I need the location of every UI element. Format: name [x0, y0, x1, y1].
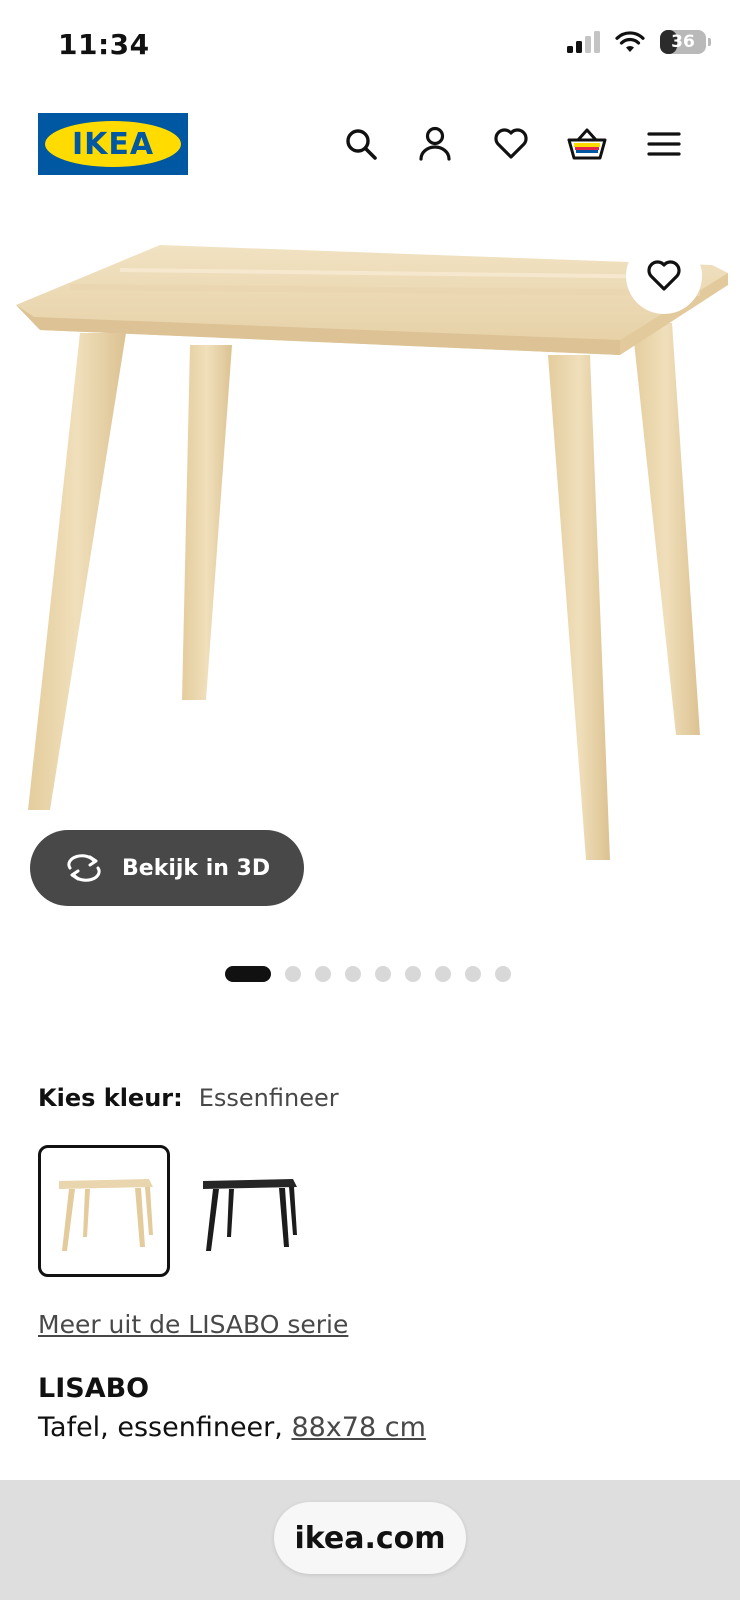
wishlist-icon[interactable]	[487, 120, 535, 168]
series-link[interactable]: Meer uit de LISABO serie	[38, 1310, 348, 1339]
wifi-icon	[615, 31, 645, 52]
color-chooser-header: Kies kleur: Essenfineer	[38, 1084, 339, 1112]
product-description: Tafel, essenfineer, 88x78 cm	[38, 1412, 426, 1443]
selected-color: Essenfineer	[198, 1084, 339, 1112]
menu-icon[interactable]	[640, 120, 688, 168]
battery-indicator: 36	[660, 30, 711, 54]
pager-dot[interactable]	[315, 966, 331, 982]
cart-icon[interactable]	[563, 120, 611, 168]
browser-bar: ikea.com	[0, 1480, 740, 1600]
status-icons: 36	[566, 30, 711, 54]
color-label: Kies kleur:	[38, 1084, 183, 1112]
pager-dot[interactable]	[465, 966, 481, 982]
battery-percent: 36	[671, 32, 695, 52]
color-swatch-black[interactable]	[182, 1145, 314, 1277]
site-header: IKEA	[0, 100, 740, 190]
table-leg-back-right	[632, 323, 700, 735]
logo-oval: IKEA	[45, 121, 181, 167]
pager-dot[interactable]	[345, 966, 361, 982]
table-leg-front-right	[548, 355, 610, 860]
search-icon[interactable]	[337, 120, 385, 168]
pager-dot-active[interactable]	[225, 966, 271, 982]
battery-tip	[708, 38, 711, 46]
heart-outline-icon	[647, 260, 681, 291]
ikea-logo[interactable]: IKEA	[38, 113, 188, 175]
pager-dot[interactable]	[405, 966, 421, 982]
product-size-link[interactable]: 88x78 cm	[291, 1412, 425, 1443]
status-time: 11:34	[58, 28, 150, 61]
table-thumbnail-ash	[59, 1179, 153, 1251]
pager-dot[interactable]	[495, 966, 511, 982]
product-type: Tafel, essenfineer,	[38, 1412, 283, 1443]
view-3d-button[interactable]: Bekijk in 3D	[30, 830, 304, 906]
account-icon[interactable]	[411, 120, 459, 168]
product-name: LISABO	[38, 1373, 150, 1404]
product-favorite-button[interactable]	[626, 238, 702, 314]
pager-dot[interactable]	[375, 966, 391, 982]
table-leg-back-left	[182, 345, 232, 700]
rotate-3d-icon	[67, 854, 101, 882]
address-bar[interactable]: ikea.com	[274, 1502, 466, 1574]
table-leg-front-left	[28, 333, 126, 810]
product-image[interactable]	[0, 215, 740, 935]
status-bar: 11:34 36	[0, 0, 740, 92]
view-3d-label: Bekijk in 3D	[122, 855, 271, 881]
pager-dot[interactable]	[285, 966, 301, 982]
pager-dot[interactable]	[435, 966, 451, 982]
table-thumbnail-black	[203, 1179, 297, 1251]
logo-text: IKEA	[71, 126, 155, 162]
color-swatch-ash[interactable]	[38, 1145, 170, 1277]
signal-icon	[567, 31, 600, 53]
table-illustration	[16, 245, 728, 860]
image-pager	[225, 966, 511, 982]
